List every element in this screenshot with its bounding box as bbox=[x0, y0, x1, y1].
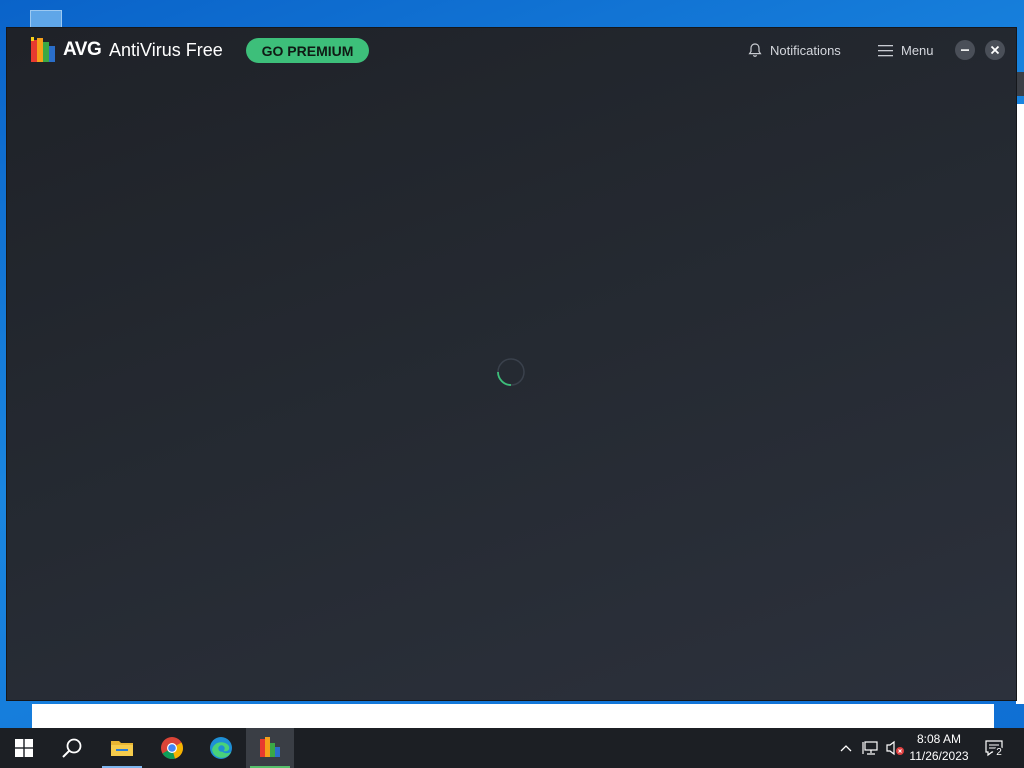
hamburger-icon bbox=[878, 44, 893, 56]
desktop: AVG AntiVirus Free GO PREMIUM Notificati… bbox=[0, 0, 1024, 728]
search-icon bbox=[62, 738, 82, 758]
taskbar-app-chrome[interactable] bbox=[148, 728, 196, 768]
bell-icon bbox=[748, 43, 762, 57]
avg-logo-icon bbox=[31, 37, 55, 62]
chrome-icon bbox=[161, 737, 184, 760]
show-hidden-icons-button[interactable] bbox=[836, 728, 856, 768]
brand-name: AVG bbox=[63, 39, 102, 60]
windows-logo-icon bbox=[15, 739, 33, 757]
start-button[interactable] bbox=[0, 728, 48, 768]
search-button[interactable] bbox=[48, 728, 96, 768]
product-name: AntiVirus Free bbox=[109, 40, 223, 60]
network-icon bbox=[862, 741, 878, 755]
taskbar-app-edge[interactable] bbox=[197, 728, 245, 768]
avg-app-window: AVG AntiVirus Free GO PREMIUM Notificati… bbox=[7, 28, 1016, 700]
minimize-button[interactable] bbox=[955, 40, 975, 60]
go-premium-button[interactable]: GO PREMIUM bbox=[246, 38, 369, 63]
clock-time: 8:08 AM bbox=[916, 732, 962, 746]
background-window-strip bbox=[32, 704, 994, 728]
taskbar-app-file-explorer[interactable] bbox=[98, 728, 146, 768]
taskbar-app-avg[interactable] bbox=[246, 728, 294, 768]
titlebar[interactable]: AVG AntiVirus Free GO PREMIUM Notificati… bbox=[7, 28, 1016, 72]
avg-icon bbox=[260, 737, 280, 757]
clock-date: 11/26/2023 bbox=[909, 749, 969, 763]
volume-button[interactable] bbox=[884, 728, 906, 768]
close-button[interactable] bbox=[985, 40, 1005, 60]
minimize-icon bbox=[961, 49, 969, 51]
folder-icon bbox=[111, 741, 133, 756]
background-window bbox=[1016, 104, 1024, 704]
clock[interactable]: 8:08 AM 11/26/2023 bbox=[904, 731, 974, 765]
network-button[interactable] bbox=[860, 728, 882, 768]
menu-label: Menu bbox=[901, 42, 934, 58]
close-icon bbox=[990, 45, 1000, 55]
menu-button[interactable]: Menu bbox=[878, 40, 934, 60]
chevron-up-icon bbox=[840, 745, 852, 752]
edge-icon bbox=[210, 737, 232, 759]
loading-spinner-icon bbox=[497, 358, 525, 386]
volume-muted-icon bbox=[886, 740, 904, 756]
notification-count-badge: 2 bbox=[993, 747, 1005, 759]
notifications-button[interactable]: Notifications bbox=[747, 40, 841, 60]
taskbar: 8:08 AM 11/26/2023 2 bbox=[0, 728, 1024, 768]
notifications-label: Notifications bbox=[770, 42, 841, 58]
